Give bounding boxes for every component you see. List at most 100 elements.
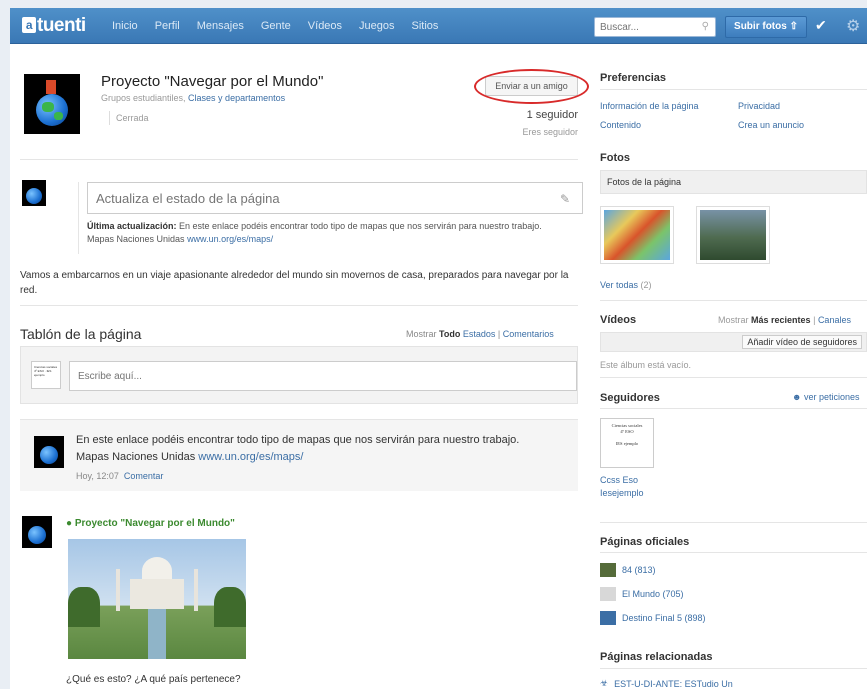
nav-videos[interactable]: Vídeos	[308, 20, 342, 32]
page-category: Grupos estudiantiles, Clases y departame…	[101, 93, 285, 103]
divider	[20, 159, 578, 160]
videos-recent[interactable]: Más recientes	[751, 315, 811, 325]
videos-show-label: Mostrar	[718, 315, 752, 325]
globe-image	[36, 94, 68, 126]
follower-name-line2[interactable]: Iesejemplo	[600, 488, 644, 498]
filter-states[interactable]: Estados	[463, 329, 496, 339]
status-box: ✎	[87, 182, 583, 214]
wall-input[interactable]	[70, 362, 560, 390]
empty-album-text: Este álbum está vacío.	[600, 360, 692, 370]
follower-status: Eres seguidor	[522, 127, 578, 137]
post-time: Hoy, 12:07	[76, 471, 119, 481]
photo-thumb-mountain[interactable]	[696, 206, 770, 264]
post-avatar[interactable]	[34, 436, 64, 468]
followers-title: Seguidores	[600, 392, 660, 404]
official-page-label[interactable]: Destino Final 5 (898)	[622, 613, 706, 623]
rocket-image	[46, 80, 56, 94]
videos-channels[interactable]: Canales	[818, 315, 851, 325]
photos-bar: Fotos de la página	[600, 170, 867, 194]
gear-icon[interactable]: ⚙	[846, 16, 860, 36]
last-update-line2: Mapas Naciones Unidas	[87, 234, 188, 244]
followers-count[interactable]: 1 seguidor	[510, 109, 578, 121]
official-page-item[interactable]: El Mundo (705)	[600, 587, 684, 601]
post-meta: Hoy, 12:07 Comentar	[76, 471, 163, 481]
official-page-label[interactable]: 84 (813)	[622, 565, 656, 575]
nav-inicio[interactable]: Inicio	[112, 20, 138, 32]
nav-perfil[interactable]: Perfil	[155, 20, 180, 32]
add-video-button[interactable]: Añadir vídeo de seguidores	[742, 335, 862, 349]
post2-question: ¿Qué es esto? ¿A qué país pertenece?	[66, 674, 241, 685]
nav-sitios[interactable]: Sitios	[412, 20, 439, 32]
wall-post: En este enlace podéis encontrar todo tip…	[20, 419, 578, 491]
follower-name-line1[interactable]: Ccss Eso	[600, 475, 638, 485]
see-requests[interactable]: ☻ ver peticiones	[792, 392, 860, 402]
divider	[600, 377, 867, 378]
page-thumb-icon	[600, 587, 616, 601]
related-page-item[interactable]: ☣ EST-U-DI-ANTE: ESTudio Un	[600, 678, 733, 689]
photos-bar-label: Fotos de la página	[607, 177, 682, 187]
logo-text: tuenti	[37, 15, 86, 36]
photo-thumb-map[interactable]	[600, 206, 674, 264]
post2-avatar[interactable]	[22, 516, 52, 548]
filter-label: Mostrar	[406, 329, 440, 339]
search-input[interactable]	[595, 18, 691, 36]
nav-juegos[interactable]: Juegos	[359, 20, 394, 32]
videos-bar: Añadir vídeo de seguidores	[600, 332, 867, 352]
page-info-link[interactable]: Información de la página	[600, 101, 699, 111]
post2-author-name: Proyecto "Navegar por el Mundo"	[74, 518, 235, 529]
official-page-label[interactable]: El Mundo (705)	[622, 589, 684, 599]
photos-title: Fotos	[600, 152, 630, 164]
post-text-line1: En este enlace podéis encontrar todo tip…	[76, 434, 520, 446]
wall-composer: Ciencias sociales 4º ESO · IES ejemplo	[20, 346, 578, 404]
filter-all[interactable]: Todo	[439, 329, 460, 339]
pencil-icon[interactable]: ✎	[560, 192, 570, 206]
official-page-item[interactable]: 84 (813)	[600, 563, 656, 577]
divider	[600, 522, 867, 523]
last-update: Última actualización: En este enlace pod…	[87, 220, 587, 246]
see-all-link[interactable]: Ver todas	[600, 280, 638, 290]
divider	[600, 89, 867, 90]
page-thumb-icon	[600, 611, 616, 625]
page-avatar[interactable]	[24, 74, 80, 134]
privacy-status: Cerrada	[109, 111, 149, 125]
comment-link[interactable]: Comentar	[124, 471, 164, 481]
last-update-link[interactable]: www.un.org/es/maps/	[187, 234, 273, 244]
post-text-line2: Mapas Naciones Unidas	[76, 451, 199, 463]
main-column: Proyecto "Navegar por el Mundo" Grupos e…	[10, 44, 590, 689]
search-icon[interactable]: ⚲	[702, 21, 709, 32]
see-requests-label[interactable]: ver peticiones	[804, 392, 860, 402]
official-pages-title: Páginas oficiales	[600, 536, 690, 548]
filter-comments[interactable]: Comentarios	[503, 329, 554, 339]
sidebar: Preferencias Información de la página Pr…	[600, 44, 867, 689]
wall-input-box	[69, 361, 577, 391]
post-link[interactable]: www.un.org/es/maps/	[198, 451, 303, 463]
post2-author[interactable]: ● Proyecto "Navegar por el Mundo"	[66, 518, 235, 529]
content-link[interactable]: Contenido	[600, 120, 641, 130]
privacy-link[interactable]: Privacidad	[738, 101, 780, 111]
follower-card-line3: IES ejemplo	[615, 441, 639, 446]
status-section: ✎ Última actualización: En este enlace p…	[78, 182, 583, 254]
official-page-item[interactable]: Destino Final 5 (898)	[600, 611, 706, 625]
wall-title: Tablón de la página	[20, 326, 142, 342]
composer-avatar: Ciencias sociales 4º ESO · IES ejemplo	[31, 361, 61, 389]
upload-photos-button[interactable]: Subir fotos ⇧	[725, 16, 807, 38]
check-icon[interactable]: ✔	[815, 17, 827, 34]
page-title: Proyecto "Navegar por el Mundo"	[101, 73, 324, 90]
follower-name[interactable]: Ccss Eso Iesejemplo	[600, 474, 644, 500]
follower-avatar[interactable]: Ciencias sociales 4º ESO IES ejemplo	[600, 418, 654, 468]
tuenti-logo[interactable]: a tuenti	[22, 15, 86, 37]
see-all-photos[interactable]: Ver todas (2)	[600, 280, 652, 290]
preferences-title: Preferencias	[600, 72, 667, 84]
divider	[600, 408, 867, 409]
create-ad-link[interactable]: Crea un anuncio	[738, 120, 804, 130]
status-input[interactable]	[88, 183, 548, 213]
wall-filter: Mostrar Todo Estados | Comentarios	[406, 329, 554, 339]
page-content: Proyecto "Navegar por el Mundo" Grupos e…	[10, 44, 867, 689]
related-page-label[interactable]: EST-U-DI-ANTE: ESTudio Un	[614, 679, 733, 689]
main-nav: Inicio Perfil Mensajes Gente Vídeos Jueg…	[112, 20, 438, 32]
logo-mark: a	[22, 17, 36, 33]
category-link[interactable]: Clases y departamentos	[188, 93, 285, 103]
nav-gente[interactable]: Gente	[261, 20, 291, 32]
taj-mahal-photo[interactable]	[68, 539, 246, 659]
nav-mensajes[interactable]: Mensajes	[197, 20, 244, 32]
